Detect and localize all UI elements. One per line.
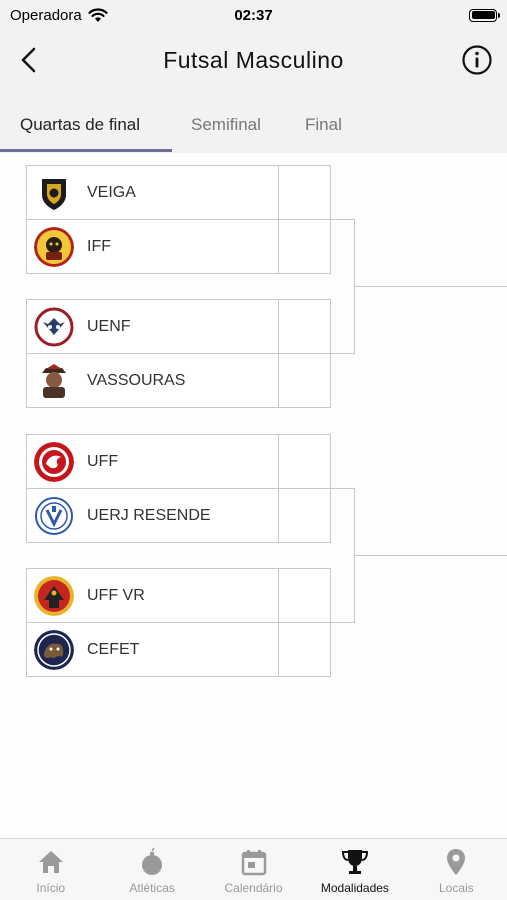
bracket-connector [330, 488, 355, 489]
trophy-icon [341, 850, 368, 874]
carrier-label: Operadora [10, 6, 82, 24]
page-title: Futsal Masculino [163, 46, 344, 73]
score-cell [278, 622, 330, 677]
bracket-connector [330, 219, 355, 220]
team-logo-veiga [34, 172, 74, 213]
tab-label: Calendário [224, 881, 283, 895]
status-bar: Operadora 02:37 [0, 0, 507, 30]
home-icon [38, 851, 63, 873]
team-logo-cefet [34, 629, 74, 670]
bracket-connector [330, 622, 355, 623]
tab-quartas-de-final[interactable]: Quartas de final [20, 98, 140, 151]
team-logo-uff [34, 441, 74, 482]
tab-label: Modalidades [320, 881, 389, 895]
team-logo-uff-vr [34, 575, 74, 616]
tab-final[interactable]: Final [305, 98, 342, 151]
tab-calendario[interactable]: Calendário [203, 839, 304, 900]
navigation-bar: Futsal Masculino [0, 30, 507, 90]
team-row-iff[interactable]: IFF [26, 219, 331, 274]
tab-modalidades[interactable]: Modalidades [304, 839, 405, 900]
team-row-uff[interactable]: UFF [26, 434, 331, 489]
info-button[interactable] [461, 44, 493, 76]
team-row-uerj-resende[interactable]: UERJ RESENDE [26, 488, 331, 543]
active-tab-indicator [0, 149, 172, 152]
back-button[interactable] [14, 44, 44, 76]
score-cell [278, 488, 330, 543]
score-cell [278, 434, 330, 489]
bottom-tab-bar: Início Atléticas Calendário Modalidades [0, 838, 507, 900]
tab-locais[interactable]: Locais [406, 839, 507, 900]
score-cell [278, 219, 330, 274]
status-right [357, 8, 500, 22]
bomb-icon [142, 847, 163, 875]
status-left: Operadora [10, 7, 150, 24]
bracket-connector [330, 353, 355, 354]
tab-label: Início [36, 881, 66, 895]
tab-inicio[interactable]: Início [0, 839, 101, 900]
team-logo-uerj-resende [34, 495, 74, 536]
score-cell [278, 568, 330, 623]
tab-atleticas[interactable]: Atléticas [101, 839, 202, 900]
bracket-connector [354, 555, 507, 556]
calendar-icon [241, 850, 266, 876]
team-logo-vassouras [34, 360, 74, 401]
bracket-view: VEIGA IFF UENF VASSOURAS UFF UERJ RESEND… [0, 153, 507, 838]
team-row-uenf[interactable]: UENF [26, 299, 331, 354]
tab-semifinal[interactable]: Semifinal [191, 98, 261, 151]
team-row-uff-vr[interactable]: UFF VR [26, 568, 331, 623]
location-pin-icon [447, 849, 466, 875]
team-row-vassouras[interactable]: VASSOURAS [26, 353, 331, 408]
team-logo-uenf [34, 306, 74, 347]
round-tabs: Quartas de final Semifinal Final [0, 98, 507, 153]
bracket-connector [354, 286, 507, 287]
battery-icon [469, 8, 500, 22]
status-time: 02:37 [234, 6, 273, 24]
score-cell [278, 353, 330, 408]
team-row-cefet[interactable]: CEFET [26, 622, 331, 677]
wifi-icon [88, 7, 108, 22]
tab-label: Locais [438, 881, 474, 895]
team-logo-iff [34, 226, 74, 267]
tab-label: Atléticas [129, 881, 175, 895]
team-row-veiga[interactable]: VEIGA [26, 165, 331, 220]
score-cell [278, 165, 330, 220]
score-cell [278, 299, 330, 354]
